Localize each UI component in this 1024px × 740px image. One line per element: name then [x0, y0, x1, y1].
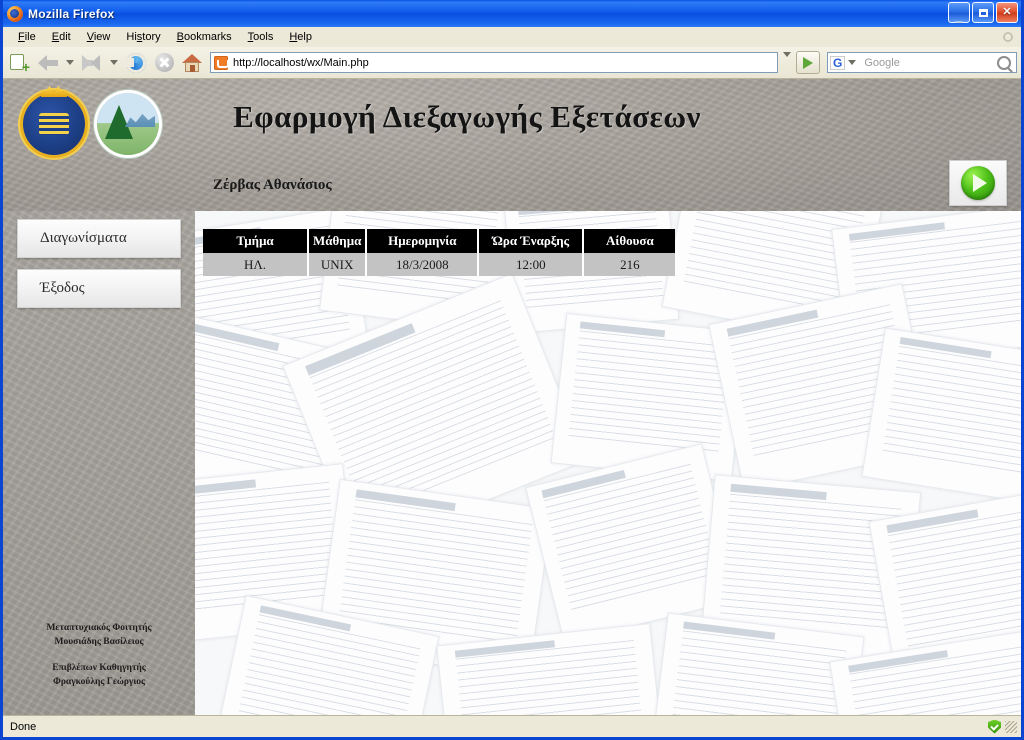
- window-controls: _ ✕: [948, 2, 1018, 23]
- cell-tmima: ΗΛ.: [203, 253, 309, 276]
- url-bar[interactable]: http://localhost/wx/Main.php: [210, 52, 778, 73]
- menu-bookmarks[interactable]: Bookmarks: [170, 29, 239, 45]
- table-row[interactable]: ΗΛ. UNIX 18/3/2008 12:00 216: [203, 253, 676, 276]
- column-header-tmima: Τμήμα: [203, 229, 309, 253]
- page-viewport: Εφαρμογή Διεξαγωγής Εξετάσεων Ζέρβας Αθα…: [3, 79, 1021, 715]
- page-body: Διαγωνίσματα Έξοδος Μεταπτυχιακός Φοιτητ…: [3, 211, 1021, 715]
- content-area: Τμήμα Μάθημα Ημερομηνία Ώρα Έναρξης Αίθο…: [195, 211, 1021, 715]
- magnifier-icon[interactable]: [997, 55, 1011, 70]
- resize-grip[interactable]: [1005, 720, 1017, 733]
- menu-history[interactable]: History: [119, 29, 167, 45]
- supervisor-credit: Επιβλέπων Καθηγητής Φραγκούλης Γεώργιος: [3, 661, 195, 689]
- supervisor-name: Φραγκούλης Γεώργιος: [52, 677, 146, 687]
- menu-tools[interactable]: Tools: [241, 29, 281, 45]
- search-bar[interactable]: G Google: [827, 52, 1017, 73]
- status-bar: Done: [3, 715, 1021, 737]
- status-text: Done: [10, 720, 37, 733]
- user-name-label: Ζέρβας Αθανάσιος: [213, 177, 332, 193]
- menu-file[interactable]: File: [11, 29, 43, 45]
- menu-edit[interactable]: Edit: [45, 29, 78, 45]
- minimize-icon: _: [955, 8, 963, 23]
- cell-imerominia: 18/3/2008: [366, 253, 480, 276]
- exam-schedule-table: Τμήμα Μάθημα Ημερομηνία Ώρα Έναρξης Αίθο…: [203, 229, 676, 276]
- student-credit: Μεταπτυχιακός Φοιτητής Μουσιάδης Βασίλει…: [3, 621, 195, 649]
- go-button[interactable]: [796, 51, 820, 74]
- sidebar-credits: Μεταπτυχιακός Φοιτητής Μουσιάδης Βασίλει…: [3, 621, 195, 701]
- minimize-button[interactable]: _: [948, 2, 970, 23]
- play-triangle-icon: [972, 174, 987, 192]
- student-role: Μεταπτυχιακός Φοιτητής: [46, 623, 152, 633]
- sidebar-item-exodos[interactable]: Έξοδος: [17, 269, 181, 308]
- sidebar: Διαγωνίσματα Έξοδος Μεταπτυχιακός Φοιτητ…: [3, 211, 195, 715]
- forward-history-dropdown-icon[interactable]: [110, 60, 118, 65]
- back-arrow-icon[interactable]: [35, 50, 61, 76]
- paper-forms-background: [195, 211, 1021, 715]
- supervisor-role: Επιβλέπων Καθηγητής: [52, 663, 146, 673]
- maximize-button[interactable]: [972, 2, 994, 23]
- column-header-ora-enarxis: Ώρα Έναρξης: [478, 229, 585, 253]
- student-name: Μουσιάδης Βασίλειος: [54, 637, 144, 647]
- window-title: Mozilla Firefox: [28, 6, 115, 21]
- stop-icon[interactable]: [151, 50, 177, 76]
- reload-icon[interactable]: [123, 50, 149, 76]
- column-header-mathima: Μάθημα: [308, 229, 368, 253]
- cell-ora: 12:00: [478, 253, 585, 276]
- new-page-icon[interactable]: +: [7, 50, 33, 76]
- menu-view[interactable]: View: [80, 29, 118, 45]
- throbber-icon: [1001, 29, 1015, 44]
- start-exam-button[interactable]: [949, 160, 1007, 206]
- home-icon[interactable]: [179, 50, 205, 76]
- status-bar-right: [988, 719, 1017, 734]
- google-logo-icon: G: [830, 55, 846, 70]
- page-title: Εφαρμογή Διεξαγωγής Εξετάσεων: [233, 99, 701, 134]
- back-history-dropdown-icon[interactable]: [66, 60, 74, 65]
- sidebar-item-diagonismata[interactable]: Διαγωνίσματα: [17, 219, 181, 258]
- sidebar-item-label: Έξοδος: [40, 280, 85, 296]
- cell-mathima: UNIX: [308, 253, 368, 276]
- forward-arrow-icon[interactable]: [79, 50, 105, 76]
- menu-help[interactable]: Help: [282, 29, 319, 45]
- search-input[interactable]: Google: [859, 57, 997, 69]
- navigation-toolbar: + http://localhost/wx/Main.php G Google: [3, 47, 1021, 79]
- search-engine-dropdown-icon[interactable]: [848, 60, 857, 65]
- green-shield-icon: [988, 719, 1001, 734]
- close-button[interactable]: ✕: [996, 2, 1018, 23]
- column-header-aithousa: Αίθουσα: [583, 229, 676, 253]
- go-arrow-icon: [803, 56, 813, 69]
- chevron-down-icon: [783, 51, 791, 69]
- maximize-icon: [978, 8, 988, 17]
- cell-aithousa: 216: [583, 253, 676, 276]
- column-header-imerominia: Ημερομηνία: [366, 229, 480, 253]
- favicon-icon: [214, 55, 229, 70]
- page-header: Εφαρμογή Διεξαγωγής Εξετάσεων Ζέρβας Αθα…: [3, 79, 1021, 211]
- close-icon: ✕: [1002, 6, 1012, 18]
- title-bar: Mozilla Firefox _ ✕: [3, 0, 1021, 27]
- url-text: http://localhost/wx/Main.php: [233, 56, 369, 69]
- sidebar-item-label: Διαγωνίσματα: [40, 230, 127, 246]
- url-dropdown-button[interactable]: [783, 51, 791, 69]
- firefox-logo-icon: [7, 5, 23, 22]
- menu-bar: File Edit View History Bookmarks Tools H…: [3, 27, 1021, 47]
- browser-window: Mozilla Firefox _ ✕ File Edit View Histo…: [0, 0, 1024, 740]
- table-header-row: Τμήμα Μάθημα Ημερομηνία Ώρα Έναρξης Αίθο…: [203, 229, 676, 253]
- green-play-button: [961, 166, 995, 200]
